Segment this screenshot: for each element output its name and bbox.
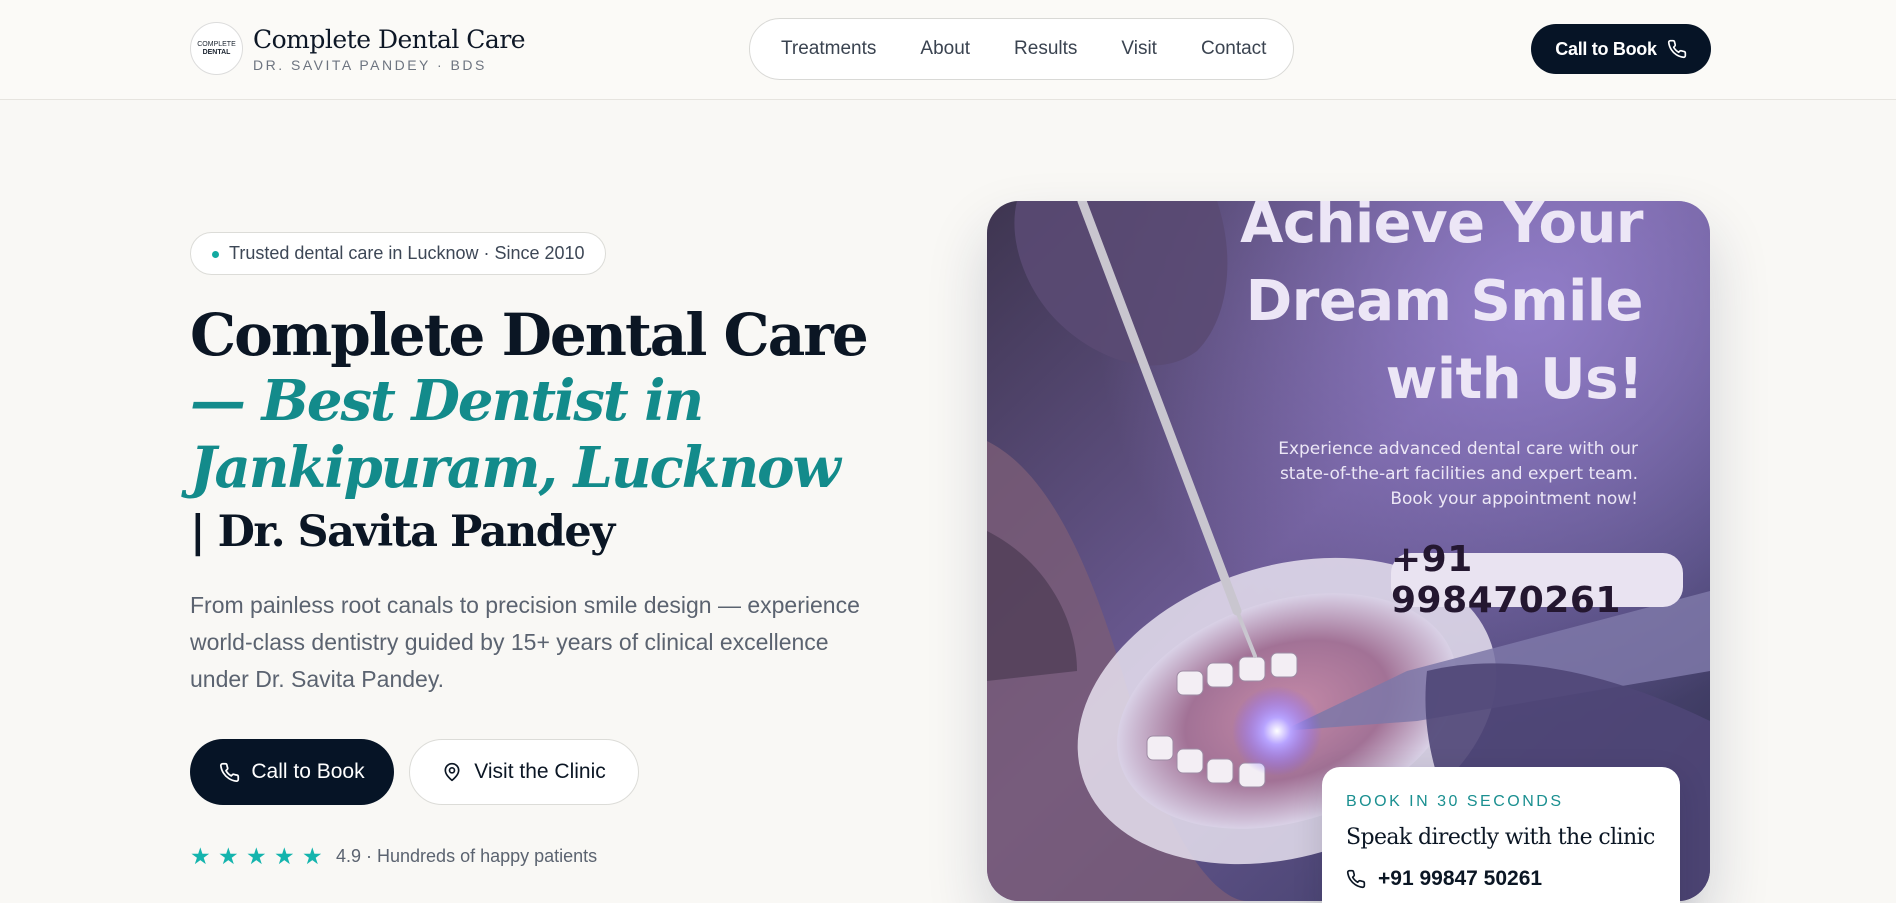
- site-header: COMPLETE DENTAL Complete Dental Care DR.…: [0, 0, 1896, 100]
- lead-line1: From painless root canals to precision s…: [190, 592, 860, 618]
- star-icon: ★: [302, 843, 323, 869]
- star-icon: ★: [274, 843, 295, 869]
- nav-results[interactable]: Results: [1014, 38, 1077, 60]
- rating-text: 4.9 · Hundreds of happy patients: [336, 845, 598, 866]
- star-icon: ★: [218, 843, 239, 869]
- heading-line3: | Dr. Savita Pandey: [190, 507, 615, 557]
- promo-title-line1: Achieve Your: [1240, 201, 1643, 256]
- brand[interactable]: COMPLETE DENTAL Complete Dental Care DR.…: [190, 22, 526, 75]
- main-nav: Treatments About Results Visit Contact: [749, 18, 1294, 80]
- brand-title: Complete Dental Care: [253, 24, 526, 54]
- phone-icon: [1346, 869, 1366, 889]
- clinic-logo: COMPLETE DENTAL: [190, 22, 243, 75]
- visit-clinic-label: Visit the Clinic: [474, 760, 606, 783]
- phone-icon: [220, 762, 240, 782]
- nav-treatments[interactable]: Treatments: [781, 38, 876, 60]
- nav-about[interactable]: About: [920, 38, 970, 60]
- heading-line2a: — Best Dentist in: [190, 368, 704, 434]
- hero-heading: Complete Dental Care — Best Dentist in J…: [190, 302, 910, 562]
- promo-text: Experience advanced dental care with our…: [1218, 437, 1638, 512]
- book-phone-number: +91 99847 50261: [1378, 867, 1543, 890]
- call-to-book-button[interactable]: Call to Book: [190, 739, 394, 805]
- header-call-button[interactable]: Call to Book: [1531, 24, 1711, 74]
- badge-dot: [212, 251, 219, 258]
- lead-line2: world-class dentistry guided by 15+ year…: [190, 629, 829, 655]
- book-eyebrow: BOOK IN 30 SECONDS: [1346, 793, 1564, 810]
- promo-text-line1: Experience advanced dental care with our: [1278, 439, 1638, 459]
- promo-text-line2: state-of-the-art facilities and expert t…: [1279, 464, 1638, 484]
- promo-title-line3: with Us!: [1385, 347, 1644, 412]
- heading-line1: Complete Dental Care: [190, 301, 869, 369]
- book-title: Speak directly with the clinic: [1346, 825, 1655, 850]
- hero-lead: From painless root canals to precision s…: [190, 587, 910, 698]
- lead-line3: under Dr. Savita Pandey.: [190, 666, 444, 692]
- promo-title: Achieve Your Dream Smile with Us!: [1240, 201, 1643, 419]
- book-card: BOOK IN 30 SECONDS Speak directly with t…: [1322, 767, 1680, 903]
- phone-icon: [1667, 39, 1686, 59]
- nav-contact[interactable]: Contact: [1201, 38, 1266, 60]
- visit-clinic-button[interactable]: Visit the Clinic: [409, 739, 639, 805]
- star-icon: ★: [190, 843, 211, 869]
- badge-text: Trusted dental care in Lucknow · Since 2…: [229, 243, 585, 263]
- header-call-label: Call to Book: [1555, 38, 1657, 59]
- promo-text-line3: Book your appointment now!: [1390, 489, 1638, 509]
- logo-line2: DENTAL: [202, 48, 231, 56]
- brand-subtitle: DR. SAVITA PANDEY · BDS: [253, 56, 487, 73]
- call-to-book-label: Call to Book: [251, 760, 365, 783]
- book-phone-link[interactable]: +91 99847 50261: [1346, 867, 1656, 891]
- trust-badge: Trusted dental care in Lucknow · Since 2…: [190, 232, 606, 275]
- rating: ★ ★ ★ ★ ★ 4.9 · Hundreds of happy patien…: [190, 843, 598, 869]
- map-pin-icon: [444, 762, 460, 782]
- logo-line1: COMPLETE: [197, 40, 236, 48]
- star-icon: ★: [246, 843, 267, 869]
- promo-title-line2: Dream Smile: [1245, 269, 1644, 334]
- promo-phone: +91 998470261: [1391, 539, 1683, 621]
- nav-visit[interactable]: Visit: [1121, 38, 1157, 60]
- heading-line2b: Jankipuram, Lucknow: [190, 435, 841, 501]
